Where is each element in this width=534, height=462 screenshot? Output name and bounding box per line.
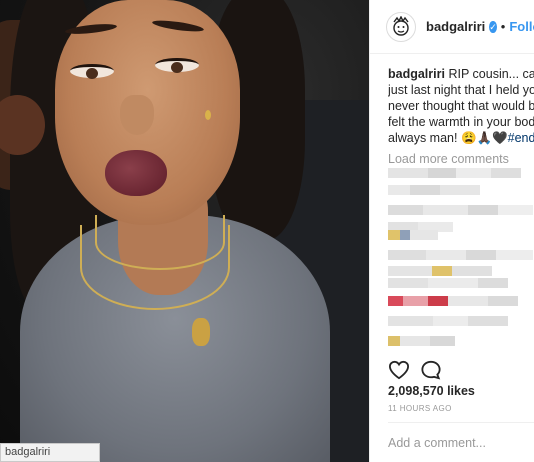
caption-text-2: just last night that I held you in (388, 83, 534, 97)
caption-text-3: never thought that would be the (388, 99, 534, 113)
divider (388, 422, 534, 423)
comment-icon[interactable] (420, 360, 442, 380)
post-side-panel: badgalriri ✓ • Follow badgalriri RIP cou… (369, 0, 534, 462)
photo-nose (120, 95, 154, 135)
header-username[interactable]: badgalriri (426, 19, 485, 34)
photo-necklace-long (80, 225, 230, 310)
caption-hashtag[interactable]: #endgun (508, 131, 534, 145)
verified-badge-icon: ✓ (489, 20, 497, 33)
blurred-comment-7 (388, 266, 492, 276)
post-actions (388, 360, 442, 380)
blurred-comment-5 (388, 230, 438, 240)
blurred-comment-2 (388, 185, 480, 195)
photo-pendant (192, 318, 210, 346)
photo-username-tab: badgalriri (0, 443, 100, 462)
caption-text-4: felt the warmth in your body!!! (388, 115, 534, 129)
photo-eye-left (70, 64, 114, 79)
post-header: badgalriri ✓ • Follow (370, 0, 534, 54)
blurred-comment-8 (388, 278, 508, 288)
photo-lips (105, 150, 167, 196)
post-photo[interactable] (0, 0, 369, 462)
blurred-comment-9 (388, 296, 518, 306)
heart-icon[interactable] (388, 360, 410, 380)
caption-username[interactable]: badgalriri (388, 67, 445, 81)
blurred-comment-11 (388, 336, 455, 346)
post-timestamp: 11 HOURS AGO (388, 404, 452, 413)
caption-line: badgalriri RIP cousin... can't be (388, 66, 534, 82)
likes-count[interactable]: 2,098,570 likes (388, 384, 475, 398)
blurred-comment-1 (388, 168, 521, 178)
caption-text-1: RIP cousin... can't be (448, 67, 534, 81)
blurred-comment-6 (388, 250, 533, 260)
blurred-comment-10 (388, 316, 508, 326)
caption-emoji: 😩🙏🏿🖤 (460, 131, 508, 145)
comments-section: badgalriri RIP cousin... can't be just l… (388, 66, 534, 166)
caption-text-5: always man! (388, 131, 461, 145)
header-separator: • (500, 19, 506, 34)
follow-button[interactable]: Follow (509, 19, 534, 34)
avatar[interactable] (386, 11, 416, 42)
caption-line-5: always man! 😩🙏🏿🖤#endgun (388, 130, 534, 146)
photo-eye-right (155, 58, 199, 73)
blurred-comment-3 (388, 205, 533, 215)
load-more-comments-button[interactable]: Load more comments (388, 152, 534, 166)
photo-earring (205, 110, 211, 120)
add-comment-input[interactable] (388, 436, 528, 450)
avatar-logo-icon (393, 15, 409, 36)
